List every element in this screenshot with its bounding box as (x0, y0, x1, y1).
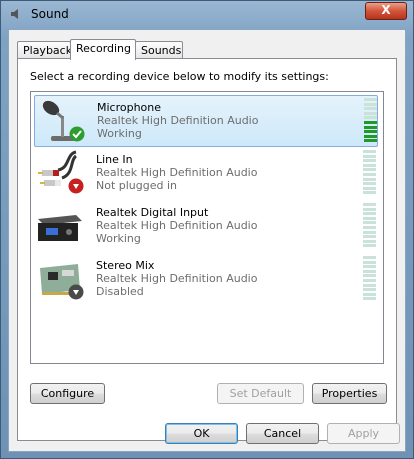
window-title: Sound (31, 7, 69, 21)
down-arrow-red-icon (68, 178, 84, 194)
device-item-stereo-mix[interactable]: Stereo Mix Realtek High Definition Audio… (34, 254, 378, 306)
device-item-line-in[interactable]: Line In Realtek High Definition Audio No… (34, 148, 378, 200)
device-status: Working (96, 232, 141, 245)
tab-sounds[interactable]: Sounds (135, 41, 183, 59)
device-name: Stereo Mix (96, 259, 155, 272)
device-driver: Realtek High Definition Audio (96, 272, 258, 285)
down-arrow-gray-icon (68, 284, 84, 300)
set-default-button[interactable]: Set Default (217, 383, 304, 404)
title-bar[interactable]: Sound X (1, 1, 413, 29)
properties-button[interactable]: Properties (312, 383, 387, 404)
level-meter (363, 203, 376, 249)
device-status: Working (97, 127, 142, 140)
tab-recording[interactable]: Recording (70, 39, 136, 60)
dialog-body: Playback Recording Sounds Select a recor… (8, 29, 406, 452)
device-item-microphone[interactable]: Microphone Realtek High Definition Audio… (34, 95, 378, 147)
device-status: Not plugged in (96, 179, 178, 192)
configure-button[interactable]: Configure (30, 383, 105, 404)
ok-button[interactable]: OK (165, 423, 238, 444)
sound-dialog: Sound X Playback Recording Sounds Select… (0, 0, 414, 459)
close-button[interactable]: X (365, 2, 407, 20)
device-name: Realtek Digital Input (96, 206, 209, 219)
level-meter (363, 150, 376, 196)
device-status: Disabled (96, 285, 144, 298)
instruction-text: Select a recording device below to modif… (30, 70, 329, 83)
speaker-icon (11, 9, 18, 19)
device-driver: Realtek High Definition Audio (96, 166, 258, 179)
device-name: Microphone (97, 101, 162, 114)
tab-playback[interactable]: Playback (17, 41, 72, 59)
device-list[interactable]: Microphone Realtek High Definition Audio… (30, 91, 384, 364)
recording-panel: Select a recording device below to modif… (17, 58, 397, 441)
level-meter (363, 256, 376, 302)
apply-button[interactable]: Apply (327, 423, 400, 444)
device-driver: Realtek High Definition Audio (97, 114, 259, 127)
cancel-button[interactable]: Cancel (246, 423, 319, 444)
level-meter (364, 98, 377, 144)
device-name: Line In (96, 153, 133, 166)
device-item-realtek-digital-input[interactable]: Realtek Digital Input Realtek High Defin… (34, 201, 378, 253)
default-check-icon (69, 126, 85, 142)
digital-input-box-icon (38, 215, 82, 241)
device-driver: Realtek High Definition Audio (96, 219, 258, 232)
